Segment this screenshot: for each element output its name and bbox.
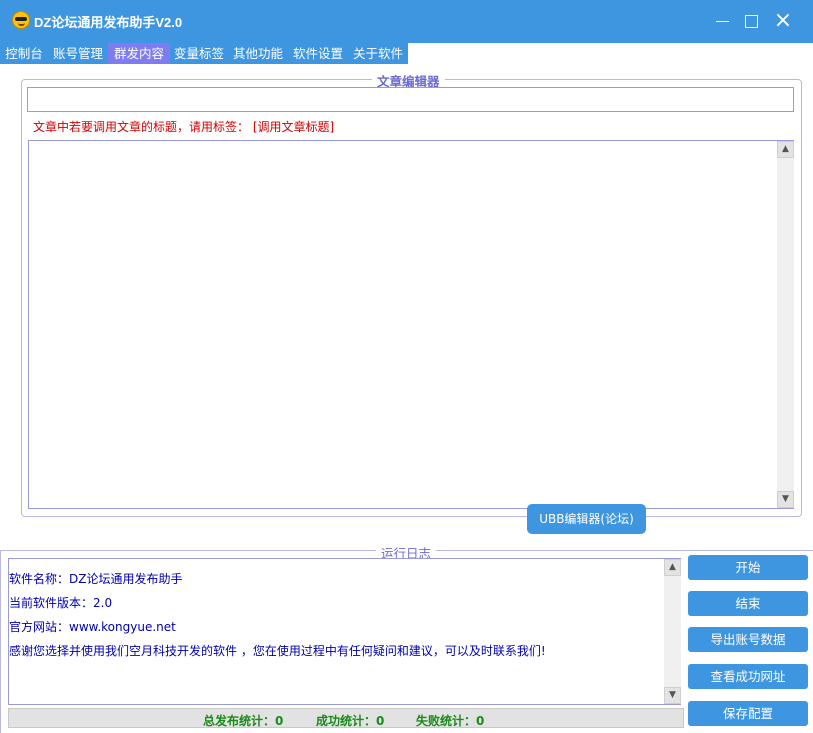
- ubb-editor-button[interactable]: UBB编辑器(论坛): [527, 504, 646, 534]
- window-title: DZ论坛通用发布助手V2.0: [34, 15, 183, 30]
- log-line: 官方网站：www.kongyue.net: [9, 620, 176, 634]
- tab-about-software[interactable]: 关于软件: [348, 43, 408, 64]
- scroll-down-icon[interactable]: ▼: [664, 687, 681, 704]
- total-publish-count: 总发布统计：0: [203, 714, 284, 728]
- export-accounts-button[interactable]: 导出账号数据: [688, 627, 808, 652]
- minimize-button[interactable]: [707, 8, 737, 34]
- tab-other-functions[interactable]: 其他功能: [228, 43, 288, 64]
- maximize-icon: [745, 15, 758, 28]
- minimize-icon: [716, 21, 729, 22]
- scroll-up-icon[interactable]: ▲: [664, 559, 681, 576]
- editor-scrollbar[interactable]: ▲ ▼: [777, 141, 794, 508]
- stats-bar: 总发布统计：0 成功统计：0 失败统计：0: [8, 708, 684, 728]
- log-scrollbar[interactable]: ▲ ▼: [664, 559, 681, 704]
- scroll-up-icon[interactable]: ▲: [777, 141, 794, 158]
- article-content-editor[interactable]: ▲ ▼: [28, 140, 794, 509]
- tab-account-management[interactable]: 账号管理: [48, 43, 108, 64]
- start-button[interactable]: 开始: [688, 555, 808, 580]
- menu-tab-bar: 控制台 账号管理 群发内容 变量标签 其他功能 软件设置 关于软件: [0, 43, 408, 64]
- maximize-button[interactable]: [737, 8, 767, 34]
- tab-software-settings[interactable]: 软件设置: [288, 43, 348, 64]
- view-success-urls-button[interactable]: 查看成功网址: [688, 664, 808, 689]
- tab-variable-tags[interactable]: 变量标签: [170, 43, 228, 64]
- close-icon: ×: [773, 8, 793, 33]
- log-line: 感谢您选择并使用我们空月科技开发的软件 ，您在使用过程中有任何疑问和建议，可以及…: [9, 644, 546, 658]
- title-tag-hint: 文章中若要调用文章的标题，请用标签： [调用文章标题]: [33, 120, 335, 134]
- tab-console[interactable]: 控制台: [0, 43, 48, 64]
- tab-bulk-content[interactable]: 群发内容: [108, 43, 170, 64]
- stop-button[interactable]: 结束: [688, 591, 808, 616]
- save-config-button[interactable]: 保存配置: [688, 701, 808, 726]
- success-count: 成功统计：0: [316, 714, 385, 728]
- title-bar[interactable]: DZ论坛通用发布助手V2.0 ×: [0, 0, 813, 43]
- run-log-box[interactable]: 软件名称：DZ论坛通用发布助手 当前软件版本：2.0 官方网站：www.kong…: [8, 558, 681, 705]
- close-button[interactable]: ×: [768, 8, 798, 34]
- sunglasses-smiley-icon: [12, 11, 30, 29]
- log-line: 软件名称：DZ论坛通用发布助手: [9, 572, 183, 586]
- fail-count: 失败统计：0: [416, 714, 485, 728]
- article-title-input[interactable]: [27, 87, 794, 112]
- scroll-down-icon[interactable]: ▼: [777, 491, 794, 508]
- log-line: 当前软件版本：2.0: [9, 596, 113, 610]
